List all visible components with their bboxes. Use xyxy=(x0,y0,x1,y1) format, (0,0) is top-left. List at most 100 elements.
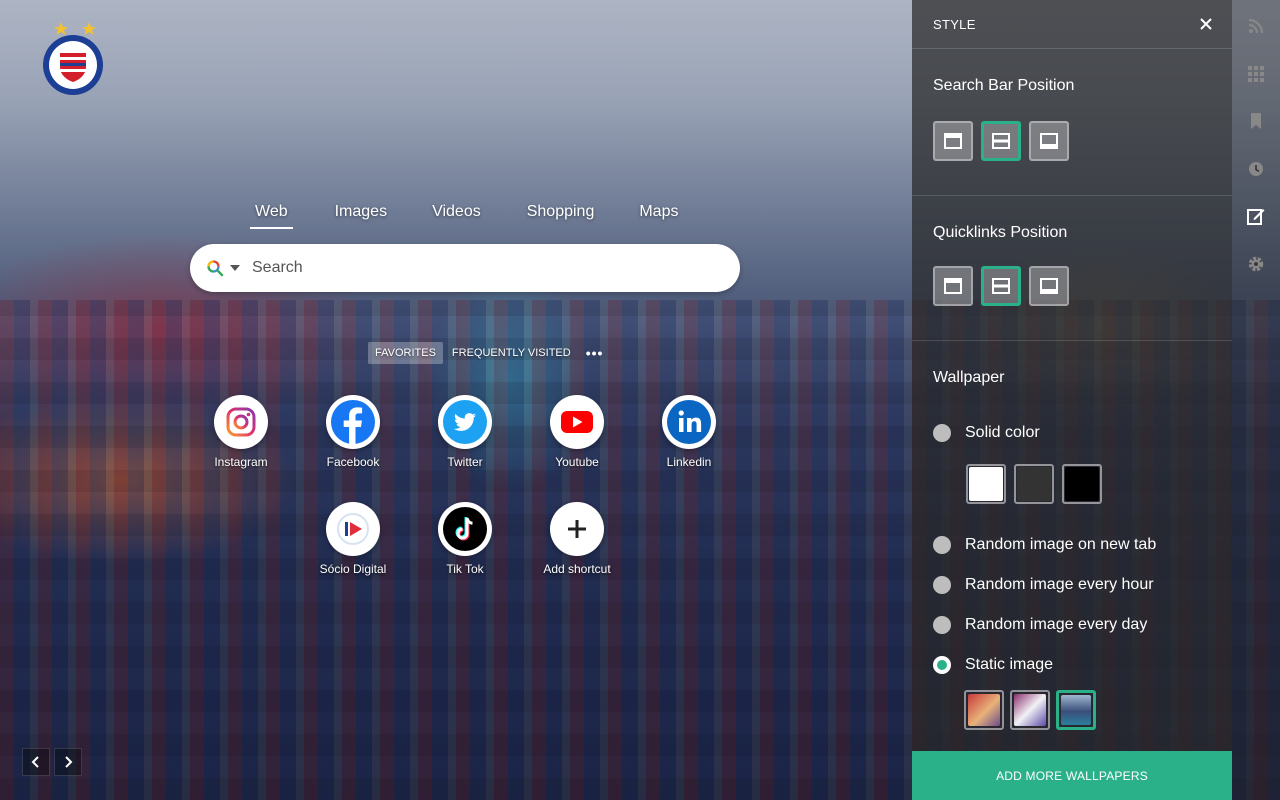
youtube-icon xyxy=(550,395,604,449)
position-middle-button[interactable] xyxy=(981,266,1021,306)
wallpaper-nav xyxy=(22,748,82,776)
swatch-white[interactable] xyxy=(966,464,1006,504)
tiktok-icon xyxy=(438,502,492,556)
quicklink-label: Facebook xyxy=(326,455,380,469)
quicklink-twitter[interactable]: Twitter xyxy=(415,395,515,469)
radio-button-selected xyxy=(933,656,951,674)
radio-button xyxy=(933,424,951,442)
panel-title: STYLE xyxy=(933,16,976,32)
panel-header: STYLE xyxy=(912,0,1232,48)
radio-random-every-hour[interactable]: Random image every hour xyxy=(933,574,1211,596)
settings-gear-icon[interactable] xyxy=(1246,254,1266,274)
quicklink-linkedin[interactable]: Linkedin xyxy=(639,395,739,469)
position-top-button[interactable] xyxy=(933,266,973,306)
search-engine-selector[interactable] xyxy=(206,259,240,277)
layout-bottom-icon xyxy=(1040,133,1058,149)
instagram-icon xyxy=(214,395,268,449)
wallpaper-thumbnail[interactable] xyxy=(1010,690,1050,730)
rss-icon[interactable] xyxy=(1246,16,1266,36)
wallpaper-thumbnails xyxy=(964,690,1211,730)
quicklink-socio-digital[interactable]: Sócio Digital xyxy=(303,502,403,576)
next-wallpaper-button[interactable] xyxy=(54,748,82,776)
position-middle-button[interactable] xyxy=(981,121,1021,161)
section-title: Search Bar Position xyxy=(933,77,1075,94)
layout-top-icon xyxy=(944,278,962,294)
style-panel: STYLE Search Bar Position Quicklinks Pos… xyxy=(912,0,1232,800)
search-input[interactable] xyxy=(252,259,740,277)
quicklink-label: Twitter xyxy=(447,455,483,469)
quicklink-label: Add shortcut xyxy=(543,562,611,576)
layout-top-icon xyxy=(944,133,962,149)
linkedin-icon xyxy=(662,395,716,449)
bookmark-icon[interactable] xyxy=(1246,111,1266,131)
position-bottom-button[interactable] xyxy=(1029,121,1069,161)
wallpaper-section: Wallpaper Solid color Random image on ne… xyxy=(912,341,1232,730)
radio-label: Random image every day xyxy=(965,616,1148,633)
quicklink-instagram[interactable]: Instagram xyxy=(191,395,291,469)
quicklink-label: Linkedin xyxy=(666,455,712,469)
quicklinks-position-section: Quicklinks Position xyxy=(912,196,1232,341)
layout-middle-icon xyxy=(992,278,1010,294)
wallpaper-thumbnail[interactable] xyxy=(964,690,1004,730)
search-bar-position-section: Search Bar Position xyxy=(912,48,1232,196)
quicklink-label: Youtube xyxy=(555,455,599,469)
tab-frequently-visited[interactable]: FREQUENTLY VISITED xyxy=(445,342,578,364)
club-logo xyxy=(43,22,103,95)
radio-button xyxy=(933,576,951,594)
tab-maps[interactable]: Maps xyxy=(639,200,678,229)
layout-bottom-icon xyxy=(1040,278,1058,294)
radio-static-image[interactable]: Static image xyxy=(933,654,1211,676)
quicklink-tiktok[interactable]: Tik Tok xyxy=(415,502,515,576)
radio-label: Static image xyxy=(965,656,1054,673)
swatch-black[interactable] xyxy=(1062,464,1102,504)
radio-random-every-day[interactable]: Random image every day xyxy=(933,614,1211,636)
plus-icon xyxy=(550,502,604,556)
layout-middle-icon xyxy=(992,133,1010,149)
tab-videos[interactable]: Videos xyxy=(432,200,481,229)
position-bottom-button[interactable] xyxy=(1029,266,1069,306)
apps-grid-icon[interactable] xyxy=(1246,64,1266,84)
quicklink-label: Tik Tok xyxy=(446,562,484,576)
radio-label: Random image every hour xyxy=(965,576,1154,593)
socio-digital-icon xyxy=(326,502,380,556)
section-title: Quicklinks Position xyxy=(933,224,1068,241)
tab-shopping[interactable]: Shopping xyxy=(527,200,595,229)
history-clock-icon[interactable] xyxy=(1246,159,1266,179)
right-rail xyxy=(1232,0,1280,800)
radio-button xyxy=(933,616,951,634)
facebook-icon xyxy=(326,395,380,449)
twitter-icon xyxy=(438,395,492,449)
chevron-left-icon xyxy=(31,756,39,768)
quicklinks-tabs: FAVORITES FREQUENTLY VISITED ••• xyxy=(368,342,609,364)
caret-down-icon xyxy=(230,265,240,271)
radio-random-new-tab[interactable]: Random image on new tab xyxy=(933,534,1211,556)
quicklink-label: Instagram xyxy=(214,455,268,469)
search-engine-icon xyxy=(207,260,224,277)
radio-button xyxy=(933,536,951,554)
close-panel-button[interactable] xyxy=(1200,18,1212,30)
quicklink-add-shortcut[interactable]: Add shortcut xyxy=(527,502,627,576)
quicklink-label: Sócio Digital xyxy=(319,562,387,576)
close-icon xyxy=(1200,18,1212,30)
more-options-icon[interactable]: ••• xyxy=(580,343,610,363)
search-bar xyxy=(190,244,740,292)
quicklink-facebook[interactable]: Facebook xyxy=(303,395,403,469)
section-title: Wallpaper xyxy=(933,369,1005,386)
radio-label: Random image on new tab xyxy=(965,536,1157,553)
quicklink-youtube[interactable]: Youtube xyxy=(527,395,627,469)
swatch-dark-gray[interactable] xyxy=(1014,464,1054,504)
position-top-button[interactable] xyxy=(933,121,973,161)
radio-label: Solid color xyxy=(965,424,1040,441)
color-swatches xyxy=(966,464,1211,504)
tab-favorites[interactable]: FAVORITES xyxy=(368,342,443,364)
edit-style-icon[interactable] xyxy=(1246,206,1266,226)
radio-solid-color[interactable]: Solid color xyxy=(933,422,1211,444)
add-more-wallpapers-button[interactable]: ADD MORE WALLPAPERS xyxy=(912,751,1232,800)
tab-web[interactable]: Web xyxy=(250,200,293,229)
previous-wallpaper-button[interactable] xyxy=(22,748,50,776)
quicklinks-position-options xyxy=(933,266,1211,340)
chevron-right-icon xyxy=(65,756,73,768)
tab-images[interactable]: Images xyxy=(335,200,387,229)
search-bar-position-options xyxy=(933,121,1211,195)
wallpaper-thumbnail-selected[interactable] xyxy=(1056,690,1096,730)
